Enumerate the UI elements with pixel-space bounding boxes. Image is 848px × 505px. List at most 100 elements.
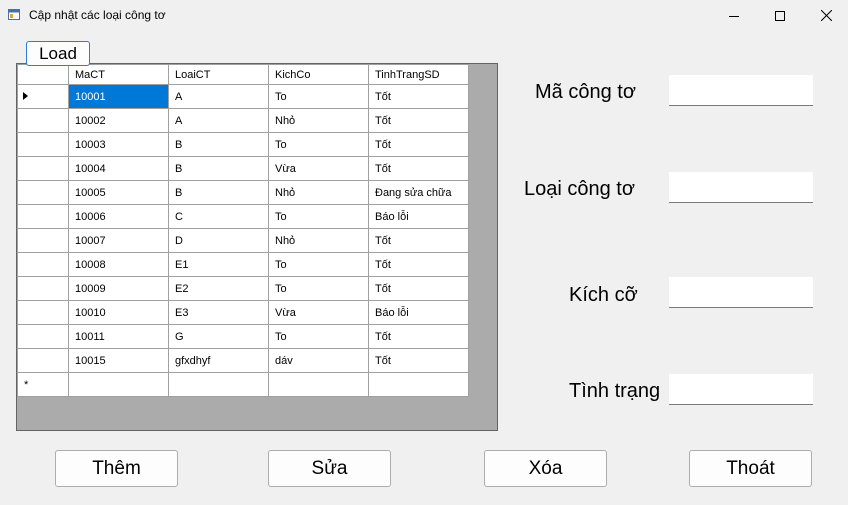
them-button[interactable]: Thêm: [55, 450, 178, 487]
grid-cell-loaict[interactable]: B: [168, 132, 269, 157]
new-row-cell[interactable]: [168, 372, 269, 397]
table-row[interactable]: 10006 C To Báo lỗi: [17, 204, 469, 229]
table-row[interactable]: 10008 E1 To Tốt: [17, 252, 469, 277]
grid-cell-loaict[interactable]: gfxdhyf: [168, 348, 269, 373]
grid-cell-mact[interactable]: 10001: [68, 84, 169, 109]
row-header[interactable]: [17, 276, 69, 301]
grid-cell-mact[interactable]: 10006: [68, 204, 169, 229]
grid-cell-mact[interactable]: 10007: [68, 228, 169, 253]
table-row[interactable]: 10003 B To Tốt: [17, 132, 469, 157]
row-header[interactable]: [17, 132, 69, 157]
thoat-button[interactable]: Thoát: [689, 450, 812, 487]
row-header[interactable]: [17, 324, 69, 349]
row-header[interactable]: [17, 204, 69, 229]
grid-cell-loaict[interactable]: E1: [168, 252, 269, 277]
grid-cell-loaict[interactable]: B: [168, 180, 269, 205]
row-header[interactable]: [17, 108, 69, 133]
grid-cell-tinhtrangsd[interactable]: Tốt: [368, 228, 469, 253]
table-row[interactable]: 10009 E2 To Tốt: [17, 276, 469, 301]
column-header-tinhtrangsd[interactable]: TinhTrangSD: [368, 64, 469, 85]
new-row-header[interactable]: *: [17, 372, 69, 397]
grid-cell-kichco[interactable]: To: [268, 252, 369, 277]
column-header-loaict[interactable]: LoaiCT: [168, 64, 269, 85]
sua-button[interactable]: Sửa: [268, 450, 391, 487]
grid-cell-tinhtrangsd[interactable]: Tốt: [368, 276, 469, 301]
table-row[interactable]: 10004 B Vừa Tốt: [17, 156, 469, 181]
row-header[interactable]: [17, 228, 69, 253]
new-row-cell[interactable]: [68, 372, 169, 397]
close-button[interactable]: [803, 0, 848, 31]
table-row[interactable]: 10005 B Nhỏ Đang sửa chữa: [17, 180, 469, 205]
app-icon: [8, 9, 20, 20]
tinh-trang-input[interactable]: [669, 374, 813, 405]
grid-cell-kichco[interactable]: To: [268, 324, 369, 349]
grid-cell-mact[interactable]: 10015: [68, 348, 169, 373]
grid-cell-loaict[interactable]: E2: [168, 276, 269, 301]
grid-cell-loaict[interactable]: D: [168, 228, 269, 253]
row-header[interactable]: [17, 252, 69, 277]
grid-cell-loaict[interactable]: A: [168, 108, 269, 133]
grid-cell-loaict[interactable]: A: [168, 84, 269, 109]
grid-cell-tinhtrangsd[interactable]: Đang sửa chữa: [368, 180, 469, 205]
grid-cell-mact[interactable]: 10003: [68, 132, 169, 157]
grid-corner[interactable]: [17, 64, 69, 85]
grid-cell-kichco[interactable]: Nhỏ: [268, 180, 369, 205]
maximize-icon: [775, 10, 785, 21]
row-header[interactable]: [17, 300, 69, 325]
table-row[interactable]: 10010 E3 Vừa Báo lỗi: [17, 300, 469, 325]
row-header[interactable]: [17, 156, 69, 181]
xoa-button[interactable]: Xóa: [484, 450, 607, 487]
row-header[interactable]: [17, 180, 69, 205]
table-row[interactable]: 10001 A To Tốt: [17, 84, 469, 109]
grid-cell-kichco[interactable]: To: [268, 132, 369, 157]
grid-cell-kichco[interactable]: To: [268, 276, 369, 301]
grid-cell-kichco[interactable]: dáv: [268, 348, 369, 373]
tinh-trang-label: Tình trạng: [569, 380, 661, 402]
grid-cell-kichco[interactable]: To: [268, 84, 369, 109]
grid-cell-tinhtrangsd[interactable]: Tốt: [368, 156, 469, 181]
grid-cell-tinhtrangsd[interactable]: Tốt: [368, 108, 469, 133]
table-row[interactable]: 10007 D Nhỏ Tốt: [17, 228, 469, 253]
grid-cell-mact[interactable]: 10011: [68, 324, 169, 349]
row-header[interactable]: [17, 348, 69, 373]
minimize-button[interactable]: [711, 0, 757, 31]
grid-cell-loaict[interactable]: G: [168, 324, 269, 349]
grid-cell-kichco[interactable]: Nhỏ: [268, 108, 369, 133]
grid-cell-mact[interactable]: 10002: [68, 108, 169, 133]
table-row[interactable]: 10011 G To Tốt: [17, 324, 469, 349]
grid-cell-mact[interactable]: 10004: [68, 156, 169, 181]
grid-cell-tinhtrangsd[interactable]: Tốt: [368, 324, 469, 349]
data-grid[interactable]: MaCT LoaiCT KichCo TinhTrangSD 10001 A To T…: [16, 63, 498, 431]
grid-cell-loaict[interactable]: C: [168, 204, 269, 229]
grid-cell-kichco[interactable]: Vừa: [268, 156, 369, 181]
grid-cell-kichco[interactable]: Vừa: [268, 300, 369, 325]
grid-cell-tinhtrangsd[interactable]: Tốt: [368, 348, 469, 373]
ma-cong-to-input[interactable]: [669, 75, 813, 106]
new-row-cell[interactable]: [268, 372, 369, 397]
grid-cell-tinhtrangsd[interactable]: Tốt: [368, 84, 469, 109]
grid-cell-tinhtrangsd[interactable]: Tốt: [368, 132, 469, 157]
grid-cell-tinhtrangsd[interactable]: Tốt: [368, 252, 469, 277]
grid-cell-mact[interactable]: 10009: [68, 276, 169, 301]
table-row[interactable]: 10002 A Nhỏ Tốt: [17, 108, 469, 133]
grid-cell-loaict[interactable]: B: [168, 156, 269, 181]
maximize-button[interactable]: [757, 0, 803, 31]
new-row-cell[interactable]: [368, 372, 469, 397]
table-row[interactable]: 10015 gfxdhyf dáv Tốt: [17, 348, 469, 373]
kich-co-input[interactable]: [669, 277, 813, 308]
column-header-kichco[interactable]: KichCo: [268, 64, 369, 85]
grid-cell-loaict[interactable]: E3: [168, 300, 269, 325]
grid-cell-mact[interactable]: 10008: [68, 252, 169, 277]
grid-cell-mact[interactable]: 10010: [68, 300, 169, 325]
column-header-mact[interactable]: MaCT: [68, 64, 169, 85]
grid-cell-mact[interactable]: 10005: [68, 180, 169, 205]
new-row[interactable]: *: [17, 372, 469, 397]
loai-cong-to-input[interactable]: [669, 172, 813, 203]
grid-cell-tinhtrangsd[interactable]: Báo lỗi: [368, 300, 469, 325]
load-button[interactable]: Load: [26, 41, 90, 66]
grid-cell-kichco[interactable]: Nhỏ: [268, 228, 369, 253]
row-header[interactable]: [17, 84, 69, 109]
grid-cell-kichco[interactable]: To: [268, 204, 369, 229]
grid-cell-tinhtrangsd[interactable]: Báo lỗi: [368, 204, 469, 229]
grid-table: MaCT LoaiCT KichCo TinhTrangSD 10001 A To T…: [17, 64, 469, 397]
